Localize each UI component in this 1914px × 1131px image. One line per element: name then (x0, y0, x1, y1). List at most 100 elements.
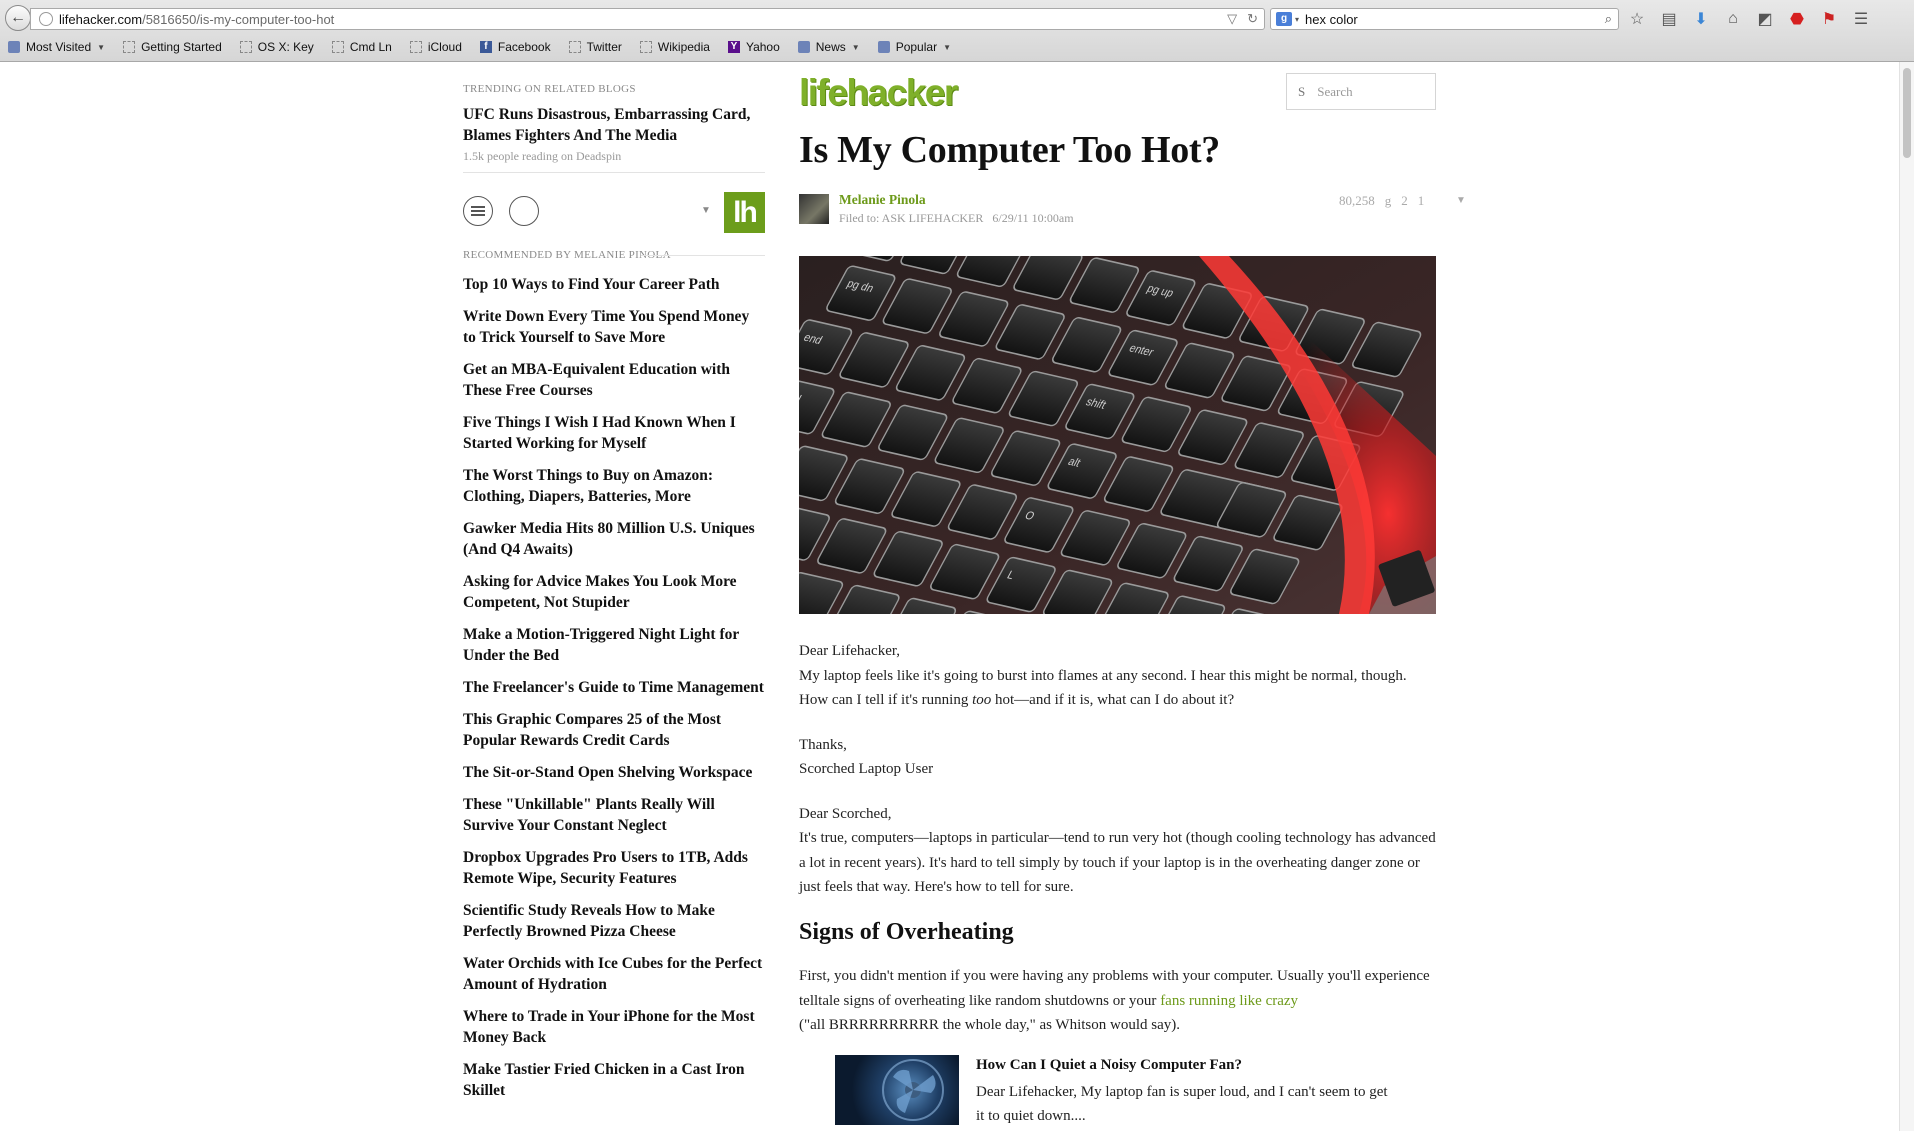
chevron-down-icon: ▼ (851, 42, 860, 52)
bookmark-item[interactable]: OS X: Key (239, 40, 314, 54)
globe-icon (39, 12, 53, 26)
chevron-down-icon[interactable]: ▾ (1295, 15, 1299, 24)
bookmarks-bar: Most Visited ▼ Getting Started OS X: Key Cmd… (8, 38, 969, 56)
bookmark-label: Cmd Ln (349, 40, 392, 54)
recommended-item[interactable]: These "Unkillable" Plants Really Will Su… (463, 794, 765, 836)
bookmark-label: Wikipedia (657, 40, 710, 54)
paragraph: First, you didn't mention if you were ha… (799, 964, 1436, 1038)
chevron-down-icon[interactable]: ▼ (1456, 195, 1466, 206)
facebook-icon: f (479, 41, 492, 53)
site-search-input[interactable]: S Search (1286, 73, 1436, 110)
signature: Scorched Laptop User (799, 761, 934, 777)
greeting: Dear Lifehacker, (799, 643, 900, 659)
recommended-item[interactable]: Water Orchids with Ice Cubes for the Per… (463, 953, 765, 995)
search-bar[interactable]: g ▾ hex color ⌕ (1270, 8, 1619, 30)
recommended-item[interactable]: Get an MBA-Equivalent Education with The… (463, 359, 765, 401)
fan-thumbnail[interactable] (835, 1055, 959, 1125)
publish-date: 6/29/11 10:00am (992, 211, 1074, 225)
bookmark-item[interactable]: Y Yahoo (727, 40, 780, 54)
bookmark-label: Twitter (586, 40, 622, 54)
page-icon (409, 41, 422, 53)
scroll-thumb[interactable] (1903, 68, 1911, 158)
download-icon[interactable]: ⬇ (1690, 9, 1712, 29)
fans-link[interactable]: fans running like crazy (1160, 993, 1298, 1009)
bookmark-item[interactable]: Popular ▼ (877, 40, 951, 54)
google-icon[interactable]: g (1276, 12, 1292, 26)
recommended-item[interactable]: Write Down Every Time You Spend Money to… (463, 306, 765, 348)
bookmark-label: OS X: Key (257, 40, 314, 54)
divider (463, 172, 765, 173)
article-stats: 80,258 g 2 1 (1339, 193, 1424, 209)
stat-count-1[interactable]: 1 (1418, 193, 1425, 209)
related-title[interactable]: How Can I Quiet a Noisy Computer Fan? (976, 1057, 1242, 1074)
url-domain: lifehacker.com (59, 11, 143, 27)
star-icon[interactable]: ☆ (1626, 9, 1648, 29)
search-query[interactable]: hex color (1305, 12, 1358, 27)
bookmark-label: Yahoo (745, 40, 780, 54)
page-icon (123, 41, 136, 53)
divider (641, 255, 765, 256)
author-link[interactable]: Melanie Pinola (839, 192, 926, 208)
view-count: 80,258 (1339, 193, 1375, 208)
recommended-item[interactable]: Make Tastier Fried Chicken in a Cast Iro… (463, 1059, 765, 1101)
stat-count-2[interactable]: 2 (1401, 193, 1408, 209)
bookmark-item[interactable]: iCloud (409, 40, 462, 54)
paragraph: Thanks, Scorched Laptop User (799, 733, 1436, 782)
recommended-item[interactable]: Top 10 Ways to Find Your Career Path (463, 274, 765, 295)
related-post[interactable]: How Can I Quiet a Noisy Computer Fan? De… (835, 1055, 1395, 1131)
bookmark-item[interactable]: Getting Started (123, 40, 222, 54)
recommended-item[interactable]: Dropbox Upgrades Pro Users to 1TB, Adds … (463, 847, 765, 889)
bookmark-item[interactable]: Twitter (568, 40, 622, 54)
stat-icon-g[interactable]: g (1385, 193, 1392, 209)
trending-label: Trending on Related Blogs (463, 83, 636, 95)
bookmark-item[interactable]: Most Visited ▼ (8, 40, 105, 54)
menu-icon[interactable] (463, 196, 493, 226)
recommended-item[interactable]: The Sit-or-Stand Open Shelving Workspace (463, 762, 765, 783)
menu-icon[interactable]: ☰ (1850, 9, 1872, 29)
site-logo[interactable]: lifehacker (799, 72, 958, 114)
related-description: Dear Lifehacker, My laptop fan is super … (976, 1084, 1388, 1124)
back-button[interactable]: ← (5, 5, 31, 31)
filed-to-label[interactable]: Filed to: ASK LIFEHACKER (839, 211, 983, 225)
flag-icon[interactable]: ⚑ (1818, 9, 1840, 29)
recommended-item[interactable]: Make a Motion-Triggered Night Light for … (463, 624, 765, 666)
recommended-item[interactable]: This Graphic Compares 25 of the Most Pop… (463, 709, 765, 751)
paragraph: Dear Lifehacker, My laptop feels like it'… (799, 639, 1436, 713)
signs-text: First, you didn't mention if you were ha… (799, 968, 1430, 1009)
emphasis: too (972, 692, 992, 708)
history-dropdown-icon[interactable]: ▽ (1227, 11, 1237, 27)
chevron-down-icon[interactable]: ▼ (701, 205, 711, 216)
recommended-item[interactable]: The Worst Things to Buy on Amazon: Cloth… (463, 465, 765, 507)
folder-icon (797, 41, 810, 53)
recommended-item[interactable]: Five Things I Wish I Had Known When I St… (463, 412, 765, 454)
search-icon[interactable]: ⌕ (1605, 11, 1612, 27)
lifehacker-logo-icon[interactable]: lh (724, 192, 765, 233)
keyboard-photo: backspacepg uppg dnenterendshiftctrlaltP… (799, 256, 1436, 614)
folder-icon (8, 41, 20, 53)
recommended-item[interactable]: Scientific Study Reveals How to Make Per… (463, 900, 765, 942)
reading-list-icon[interactable]: ▤ (1658, 9, 1680, 29)
extension-icon[interactable]: ◩ (1754, 9, 1776, 29)
bookmark-label: Popular (895, 40, 938, 54)
circle-icon[interactable] (509, 196, 539, 226)
avatar[interactable] (799, 194, 829, 224)
recommended-item[interactable]: The Freelancer's Guide to Time Managemen… (463, 677, 765, 698)
page-icon (568, 41, 581, 53)
home-icon[interactable]: ⌂ (1722, 10, 1744, 28)
reload-icon[interactable]: ↻ (1247, 11, 1258, 27)
bookmark-item[interactable]: f Facebook (479, 40, 551, 54)
recommended-item[interactable]: Gawker Media Hits 80 Million U.S. Unique… (463, 518, 765, 560)
url-path: /5816650/is-my-computer-too-hot (142, 11, 335, 27)
bookmark-item[interactable]: Cmd Ln (331, 40, 392, 54)
bookmark-item[interactable]: News ▼ (797, 40, 860, 54)
adblock-icon[interactable]: ⬣ (1786, 9, 1808, 29)
trending-title[interactable]: UFC Runs Disastrous, Embarrassing Card, … (463, 104, 765, 146)
recommended-item[interactable]: Where to Trade in Your iPhone for the Mo… (463, 1006, 765, 1048)
bookmark-item[interactable]: Wikipedia (639, 40, 710, 54)
signoff: Thanks, (799, 736, 847, 753)
section-heading: Signs of Overheating (799, 918, 1014, 945)
reply-text: It's true, computers—laptops in particul… (799, 830, 1436, 895)
scrollbar[interactable] (1899, 62, 1914, 1131)
recommended-item[interactable]: Asking for Advice Makes You Look More Co… (463, 571, 765, 613)
url-bar[interactable]: lifehacker.com/5816650/is-my-computer-to… (30, 8, 1265, 30)
